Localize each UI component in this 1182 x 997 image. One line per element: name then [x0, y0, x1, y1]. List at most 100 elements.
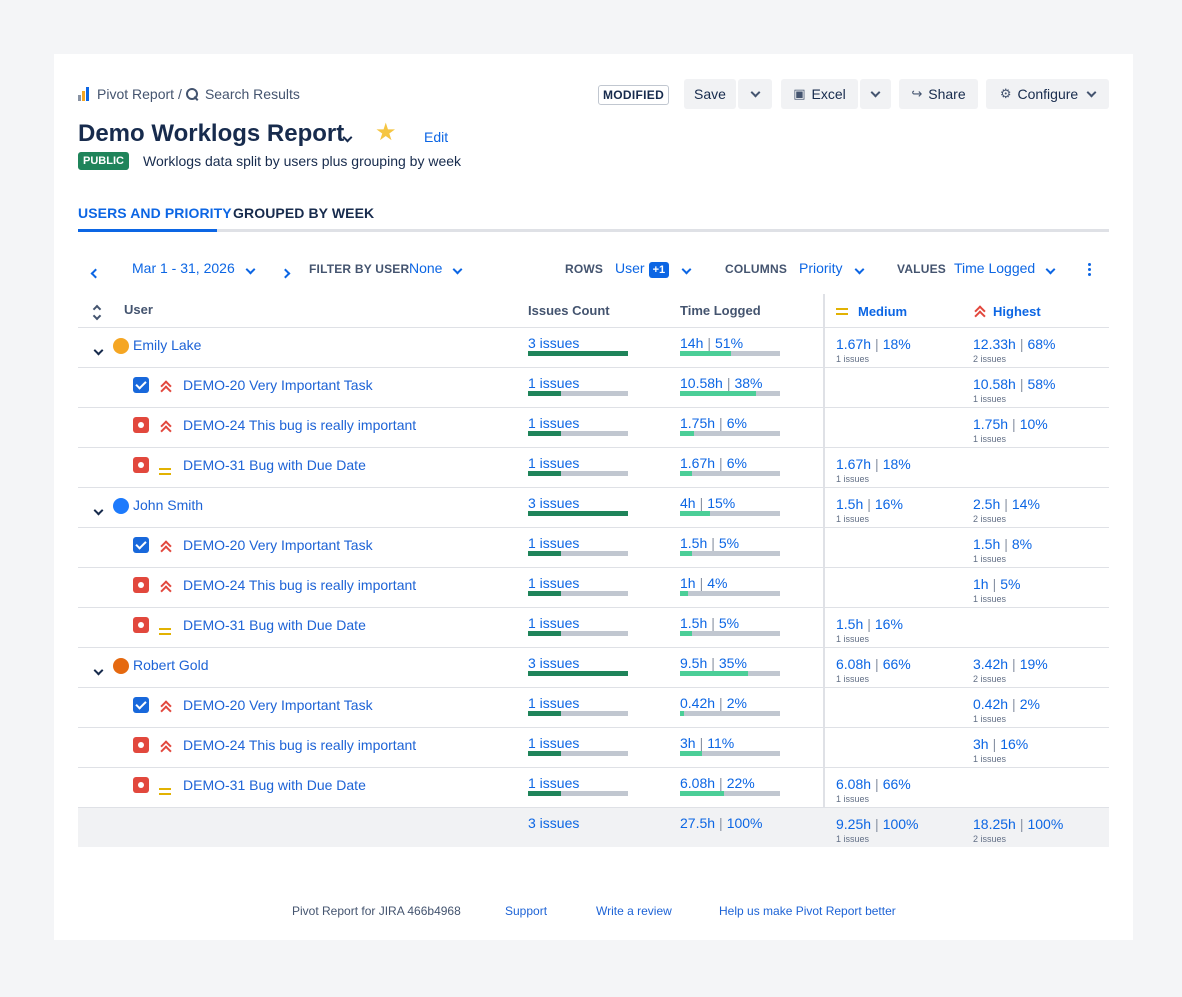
time-logged[interactable]: 1.5h | 5%: [680, 535, 739, 551]
date-range-select[interactable]: Mar 1 - 31, 2026: [132, 260, 256, 276]
footer-support-link[interactable]: Support: [505, 904, 547, 918]
rows-select[interactable]: User +1: [615, 260, 692, 278]
columns-select[interactable]: Priority: [799, 260, 865, 276]
breadcrumb-app[interactable]: Pivot Report: [97, 86, 174, 102]
values-select[interactable]: Time Logged: [954, 260, 1056, 276]
medium-value[interactable]: 1.5h | 16%: [836, 496, 903, 512]
total-issues-count[interactable]: 3 issues: [528, 815, 579, 831]
bug-icon: [133, 617, 149, 633]
filter-by-user-select[interactable]: None: [409, 260, 463, 276]
issues-count[interactable]: 1 issues: [528, 415, 579, 431]
highest-value[interactable]: 10.58h | 58%: [973, 376, 1056, 392]
save-options-button[interactable]: [738, 79, 772, 109]
footer-feedback-link[interactable]: Help us make Pivot Report better: [719, 904, 896, 918]
bug-icon: [133, 417, 149, 433]
share-button[interactable]: ↪ Share: [899, 79, 978, 109]
highest-value[interactable]: 1.5h | 8%: [973, 536, 1032, 552]
edit-link[interactable]: Edit: [424, 129, 448, 145]
save-button[interactable]: Save: [684, 79, 736, 109]
issues-count[interactable]: 1 issues: [528, 375, 579, 391]
header-highest[interactable]: Highest: [973, 304, 1041, 319]
collapse-all-button[interactable]: [92, 303, 102, 321]
excel-options-button[interactable]: [860, 79, 891, 109]
highest-value[interactable]: 1h | 5%: [973, 576, 1020, 592]
highest-value[interactable]: 1.75h | 10%: [973, 416, 1048, 432]
previous-period-button[interactable]: [90, 264, 101, 280]
medium-value[interactable]: 6.08h | 66%: [836, 776, 911, 792]
highest-value[interactable]: 0.42h | 2%: [973, 696, 1040, 712]
time-logged[interactable]: 0.42h | 2%: [680, 695, 747, 711]
priority-highest-icon: [159, 699, 173, 713]
configure-button[interactable]: ⚙ Configure: [986, 79, 1109, 109]
highest-value[interactable]: 3.42h | 19%: [973, 656, 1048, 672]
issues-count[interactable]: 1 issues: [528, 455, 579, 471]
time-logged[interactable]: 6.08h | 22%: [680, 775, 755, 791]
issues-count[interactable]: 1 issues: [528, 735, 579, 751]
time-logged[interactable]: 3h | 11%: [680, 735, 734, 751]
total-medium[interactable]: 9.25h | 100%: [836, 816, 919, 832]
search-icon: [185, 87, 199, 101]
issues-count[interactable]: 1 issues: [528, 615, 579, 631]
medium-issue-count: 1 issues: [836, 474, 870, 484]
report-switch-button[interactable]: [342, 128, 353, 144]
header-medium[interactable]: Medium: [836, 304, 907, 319]
time-logged[interactable]: 1.5h | 5%: [680, 615, 739, 631]
issues-count[interactable]: 3 issues: [528, 335, 579, 351]
issue-link[interactable]: DEMO-24 This bug is really important: [183, 577, 416, 593]
medium-value[interactable]: 1.67h | 18%: [836, 456, 911, 472]
footer-review-link[interactable]: Write a review: [596, 904, 672, 918]
time-logged-bar-fill: [680, 671, 748, 676]
medium-value[interactable]: 1.5h | 16%: [836, 616, 903, 632]
issue-link[interactable]: DEMO-20 Very Important Task: [183, 697, 373, 713]
user-name[interactable]: John Smith: [133, 497, 203, 513]
more-options-icon[interactable]: [1088, 263, 1091, 278]
time-logged[interactable]: 1h | 4%: [680, 575, 727, 591]
user-name[interactable]: Emily Lake: [133, 337, 201, 353]
expand-toggle[interactable]: [93, 341, 104, 357]
issues-count[interactable]: 3 issues: [528, 655, 579, 671]
time-logged[interactable]: 1.67h | 6%: [680, 455, 747, 471]
time-logged[interactable]: 10.58h | 38%: [680, 375, 763, 391]
issue-link[interactable]: DEMO-31 Bug with Due Date: [183, 617, 366, 633]
issues-count-bar: [528, 351, 628, 356]
issue-link[interactable]: DEMO-24 This bug is really important: [183, 737, 416, 753]
time-logged[interactable]: 1.75h | 6%: [680, 415, 747, 431]
next-period-button[interactable]: [280, 264, 291, 280]
issues-count[interactable]: 1 issues: [528, 775, 579, 791]
excel-button[interactable]: ▣ Excel: [781, 79, 858, 109]
issues-count[interactable]: 3 issues: [528, 495, 579, 511]
time-logged[interactable]: 4h | 15%: [680, 495, 735, 511]
issues-count[interactable]: 1 issues: [528, 535, 579, 551]
breadcrumb-page[interactable]: Search Results: [205, 86, 300, 102]
total-highest[interactable]: 18.25h | 100%: [973, 816, 1063, 832]
chevron-down-icon: [93, 345, 104, 356]
medium-value[interactable]: 1.67h | 18%: [836, 336, 911, 352]
total-time-logged[interactable]: 27.5h | 100%: [680, 815, 763, 831]
highest-value[interactable]: 2.5h | 14%: [973, 496, 1040, 512]
issues-count[interactable]: 1 issues: [528, 575, 579, 591]
issue-type: [133, 537, 149, 556]
bug-icon: [133, 457, 149, 473]
time-logged[interactable]: 14h | 51%: [680, 335, 743, 351]
time-logged[interactable]: 9.5h | 35%: [680, 655, 747, 671]
time-logged-bar: [680, 711, 780, 716]
issue-link[interactable]: DEMO-31 Bug with Due Date: [183, 457, 366, 473]
issue-link[interactable]: DEMO-20 Very Important Task: [183, 377, 373, 393]
issues-count[interactable]: 1 issues: [528, 695, 579, 711]
issue-link[interactable]: DEMO-20 Very Important Task: [183, 537, 373, 553]
tab-users-and-priority[interactable]: USERS AND PRIORITY: [78, 205, 232, 221]
expand-toggle[interactable]: [93, 501, 104, 517]
values-label: VALUES: [897, 262, 946, 276]
medium-value[interactable]: 6.08h | 66%: [836, 656, 911, 672]
header-issues-count: Issues Count: [528, 303, 610, 318]
issue-link[interactable]: DEMO-24 This bug is really important: [183, 417, 416, 433]
issue-priority: [159, 783, 171, 799]
expand-toggle[interactable]: [93, 661, 104, 677]
issue-link[interactable]: DEMO-31 Bug with Due Date: [183, 777, 366, 793]
tab-grouped-by-week[interactable]: GROUPED BY WEEK: [233, 205, 374, 221]
issue-row: DEMO-20 Very Important Task 1 issues 10.58…: [78, 367, 1109, 407]
highest-value[interactable]: 3h | 16%: [973, 736, 1028, 752]
highest-value[interactable]: 12.33h | 68%: [973, 336, 1056, 352]
user-name[interactable]: Robert Gold: [133, 657, 208, 673]
star-icon[interactable]: ★: [375, 121, 397, 145]
